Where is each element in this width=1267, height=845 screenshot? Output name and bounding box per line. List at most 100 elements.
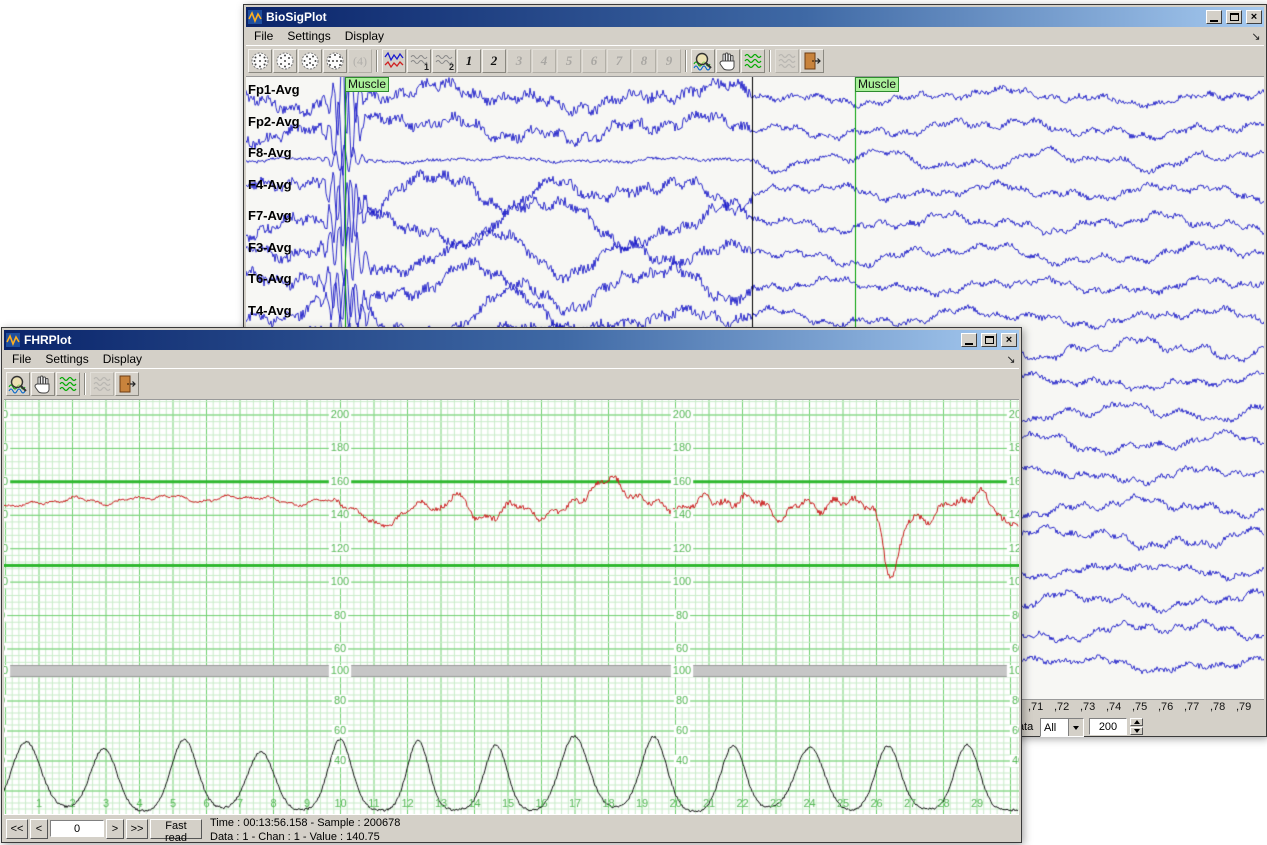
fhr-plot-canvas[interactable] (4, 400, 1019, 814)
dock-arrow-icon[interactable]: ↘ (1003, 353, 1019, 366)
fhrplot-menubar: File Settings Display ↘ (4, 350, 1019, 368)
filter-tool-button (775, 49, 799, 73)
toolbar-page-group: 3456789 (507, 49, 681, 73)
data-select-value: All (1044, 721, 1057, 734)
page-small-1-button[interactable]: 1 (407, 49, 431, 73)
biosig-menu-file[interactable]: File (247, 28, 280, 44)
autoscale-tool-button[interactable] (56, 372, 80, 396)
desktop: { "desktop": {"background": "#ffffff"}, … (0, 0, 1267, 845)
exit-tool-button[interactable] (800, 49, 824, 73)
fhrplot-window: FHRPlot × File Settings Display ↘ << < 0… (1, 327, 1022, 845)
fhrplot-maximize-button[interactable] (981, 333, 997, 347)
fhrplot-close-button[interactable]: × (1001, 333, 1017, 347)
fhrplot-titlebar[interactable]: FHRPlot × (4, 330, 1019, 350)
biosigplot-minimize-button[interactable] (1206, 10, 1222, 24)
zoom-icon (8, 375, 27, 394)
eeg-channel-label: F7-Avg (248, 208, 292, 223)
data-select[interactable]: All (1040, 718, 1084, 737)
toolbar-separator (84, 373, 86, 395)
autoscale-tool-button[interactable] (741, 49, 765, 73)
close-icon: × (1005, 333, 1013, 346)
data-select-dropdown-button[interactable] (1068, 719, 1083, 736)
time-axis-label: ,75 (1132, 701, 1148, 713)
status-data-chan-value: Data : 1 - Chan : 1 - Value : 140.75 (210, 831, 380, 843)
montage-1-button[interactable] (248, 49, 272, 73)
toolbar-separator (685, 50, 687, 72)
chevron-down-icon (1133, 729, 1140, 733)
toolbar-page-3-button: 3 (507, 49, 531, 73)
minimize-icon (965, 336, 973, 345)
toolbar-page-1-button[interactable]: 1 (457, 49, 481, 73)
fhr-menu-settings[interactable]: Settings (38, 351, 95, 367)
maximize-icon (984, 336, 994, 344)
exit-door-icon (804, 52, 821, 70)
scale-spinner (1130, 718, 1143, 735)
page-small-1-label: 1 (423, 62, 429, 72)
montage-count-label: (4) (353, 53, 367, 68)
scale-input[interactable] (1089, 718, 1127, 735)
fhrplot-title: FHRPlot (24, 333, 72, 347)
fhrplot-app-icon[interactable] (6, 333, 20, 347)
go-previous-button[interactable]: < (30, 819, 48, 839)
toolbar-page-7-button: 7 (607, 49, 631, 73)
dock-arrow-icon[interactable]: ↘ (1248, 30, 1264, 43)
toolbar-separator (769, 50, 771, 72)
biosigplot-menubar: File Settings Display ↘ (246, 27, 1264, 45)
green-waves-icon (59, 376, 77, 392)
eeg-channel-label: Fp2-Avg (248, 113, 300, 129)
chevron-down-icon (1073, 725, 1079, 730)
pan-tool-button[interactable] (31, 372, 55, 396)
gray-waves-icon (93, 376, 111, 392)
annotation-tag[interactable]: Muscle (345, 77, 390, 92)
biosigplot-titlebar[interactable]: BioSigPlot × (246, 7, 1264, 27)
biosigplot-title: BioSigPlot (266, 10, 327, 24)
time-axis-label: ,74 (1106, 701, 1122, 713)
biosigplot-toolbar: (4) 1 2 1 2 3456789 (246, 45, 1264, 77)
exit-door-icon (119, 375, 136, 393)
fhr-menu-file[interactable]: File (5, 351, 38, 367)
time-axis-label: ,77 (1184, 701, 1200, 713)
biosigplot-app-icon[interactable] (248, 10, 262, 24)
electrode-montage-icon (301, 52, 319, 70)
eeg-channel-label: F8-Avg (248, 145, 292, 160)
zoom-tool-button[interactable] (691, 49, 715, 73)
eeg-channel-label: F3-Avg (248, 239, 292, 255)
fhrplot-statusbar: << < > >> Fast read Time : 00:13:56.158 … (4, 814, 1019, 845)
hand-icon (719, 52, 735, 71)
time-axis-label: ,78 (1210, 701, 1226, 713)
biosig-menu-display[interactable]: Display (338, 28, 391, 44)
biosigplot-close-button[interactable]: × (1246, 10, 1262, 24)
zoom-tool-button[interactable] (6, 372, 30, 396)
signals-tool-button[interactable] (382, 49, 406, 73)
fhrplot-minimize-button[interactable] (961, 333, 977, 347)
toolbar-separator (376, 50, 378, 72)
go-next-button[interactable]: > (106, 819, 124, 839)
biosig-menu-settings[interactable]: Settings (280, 28, 337, 44)
status-time-sample: Time : 00:13:56.158 - Sample : 200678 (210, 817, 401, 829)
time-axis-label: ,72 (1054, 701, 1070, 713)
time-axis-label: ,73 (1080, 701, 1096, 713)
montage-3-button[interactable] (298, 49, 322, 73)
fhr-plot-area[interactable] (4, 400, 1019, 814)
fhr-menu-display[interactable]: Display (96, 351, 149, 367)
scale-spin-up-button[interactable] (1130, 718, 1143, 726)
scale-spin-down-button[interactable] (1130, 727, 1143, 735)
position-input[interactable] (50, 820, 104, 837)
close-icon: × (1250, 10, 1258, 23)
montage-2-button[interactable] (273, 49, 297, 73)
toolbar-page-2-button[interactable]: 2 (482, 49, 506, 73)
chevron-up-icon (1133, 720, 1140, 724)
page-small-2-button[interactable]: 2 (432, 49, 456, 73)
biosigplot-maximize-button[interactable] (1226, 10, 1242, 24)
exit-tool-button[interactable] (115, 372, 139, 396)
annotation-tag[interactable]: Muscle (855, 77, 900, 92)
montage-count-button: (4) (348, 49, 372, 73)
biosignal-icon (384, 51, 404, 69)
eeg-channel-label: T4-Avg (248, 302, 292, 318)
go-first-button[interactable]: << (6, 819, 28, 839)
eeg-channel-label: F4-Avg (248, 176, 292, 192)
fast-read-button[interactable]: Fast read (150, 819, 202, 844)
pan-tool-button[interactable] (716, 49, 740, 73)
montage-4-button[interactable] (323, 49, 347, 73)
go-last-button[interactable]: >> (126, 819, 148, 839)
